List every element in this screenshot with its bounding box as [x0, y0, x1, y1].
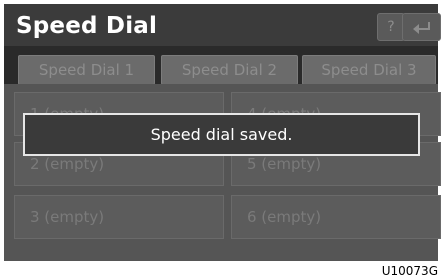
tab-speed-dial-2[interactable]: Speed Dial 2	[161, 55, 298, 85]
tab-speed-dial-3[interactable]: Speed Dial 3	[302, 55, 436, 85]
back-arrow-icon	[412, 22, 430, 34]
figure-code: U10073G	[381, 264, 438, 278]
help-icon: ?	[387, 19, 395, 35]
notification-text: Speed dial saved.	[150, 125, 293, 144]
help-button[interactable]: ?	[377, 13, 405, 41]
back-button[interactable]	[402, 13, 441, 41]
speed-dial-entry-3[interactable]: 3 (empty)	[14, 195, 224, 239]
saved-notification: Speed dial saved.	[23, 113, 420, 156]
tab-speed-dial-1[interactable]: Speed Dial 1	[18, 55, 155, 85]
title-bar: Speed Dial ?	[4, 4, 441, 46]
speed-dial-entry-6[interactable]: 6 (empty)	[231, 195, 441, 239]
page-title: Speed Dial	[16, 13, 158, 39]
tab-bar: Speed Dial 1 Speed Dial 2 Speed Dial 3	[4, 50, 438, 85]
